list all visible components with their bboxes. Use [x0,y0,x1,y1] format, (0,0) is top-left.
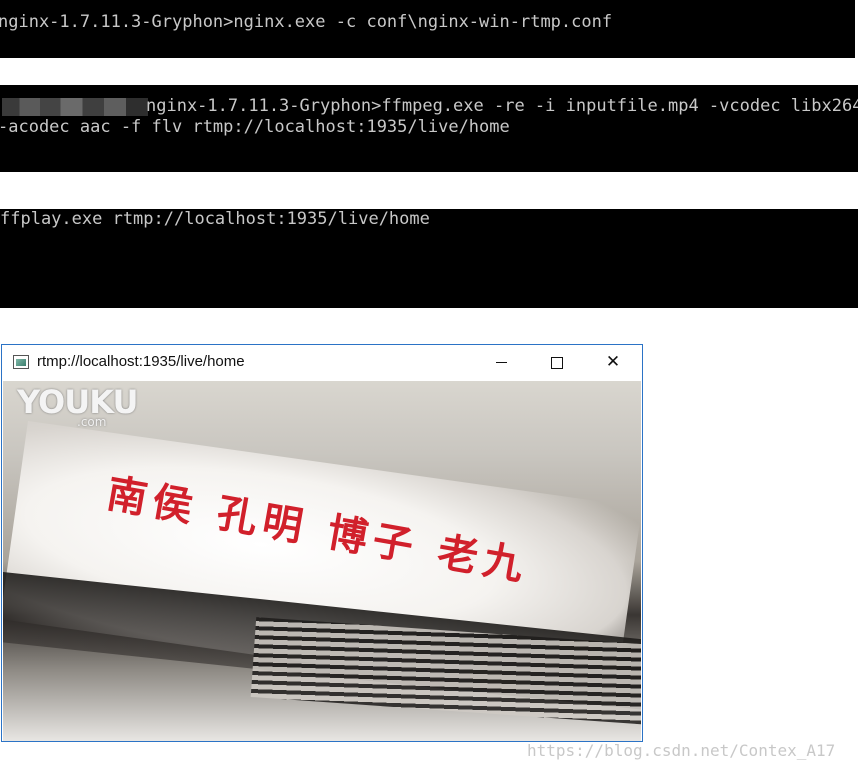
redacted-path [2,98,148,116]
terminal-nginx: nginx-1.7.11.3-Gryphon>nginx.exe -c conf… [0,0,855,58]
watermark: https://blog.csdn.net/Contex_A17 [527,741,836,760]
terminal-line: nginx-1.7.11.3-Gryphon>nginx.exe -c conf… [0,12,613,32]
maximize-icon [551,356,563,369]
terminal-line: ffplay.exe rtmp://localhost:1935/live/ho… [0,209,430,229]
close-button[interactable]: ✕ [590,345,636,381]
youku-logo-sub: .com [77,415,107,429]
close-icon: ✕ [605,352,621,371]
ffplay-window: rtmp://localhost:1935/live/home ✕ 南侯 孔明 … [1,344,643,742]
terminal-ffmpeg: nginx-1.7.11.3-Gryphon>ffmpeg.exe -re -i… [0,85,858,172]
terminal-line: nginx-1.7.11.3-Gryphon>ffmpeg.exe -re -i… [146,96,858,116]
terminal-ffplay: ffplay.exe rtmp://localhost:1935/live/ho… [0,209,858,308]
maximize-button[interactable] [534,345,580,381]
terminal-line: -acodec aac -f flv rtmp://localhost:1935… [0,117,510,137]
minimize-button[interactable] [478,345,524,381]
minimize-icon [495,362,507,364]
video-frame[interactable]: 南侯 孔明 博子 老九 YOUKU .com [3,381,641,741]
app-icon [13,355,29,369]
window-title: rtmp://localhost:1935/live/home [37,353,245,370]
window-titlebar[interactable]: rtmp://localhost:1935/live/home ✕ [2,345,642,381]
